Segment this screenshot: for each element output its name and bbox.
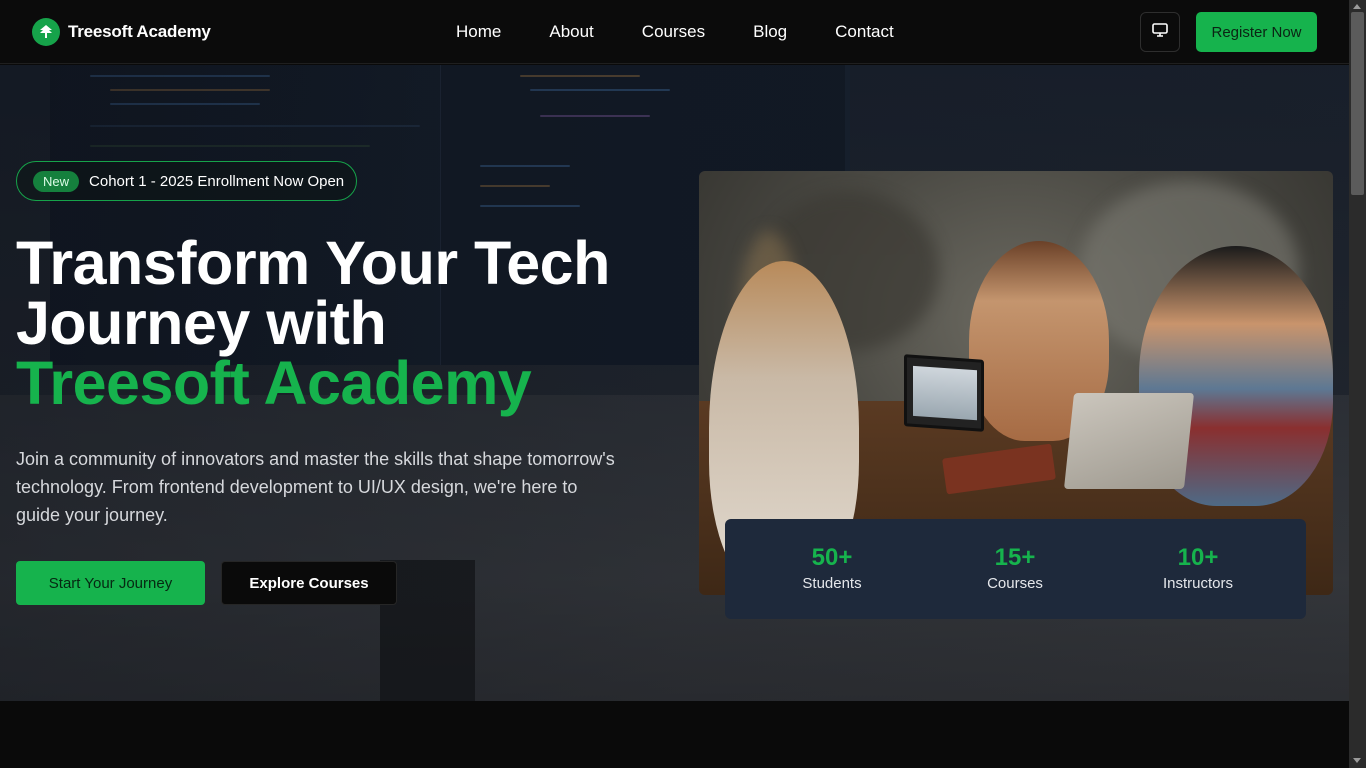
- stat-label: Courses: [987, 575, 1043, 592]
- hero-description: Join a community of innovators and maste…: [16, 449, 615, 525]
- stat-value: 15+: [994, 544, 1036, 571]
- scroll-up-icon[interactable]: [1353, 4, 1361, 9]
- nav-link-about[interactable]: About: [549, 22, 593, 42]
- enrollment-badge[interactable]: New Cohort 1 - 2025 Enrollment Now Open: [16, 161, 357, 201]
- brand[interactable]: Treesoft Academy: [32, 18, 211, 46]
- headline-highlight: Treesoft Academy: [16, 349, 532, 417]
- next-section: [0, 701, 1349, 768]
- stat-value: 10+: [1177, 544, 1219, 571]
- stats-card: 50+ Students 15+ Courses 10+ Instructors: [725, 519, 1306, 619]
- stat-label: Instructors: [1162, 575, 1234, 592]
- scrollbar-thumb[interactable]: [1351, 12, 1364, 195]
- headline-line-2: Journey with: [16, 289, 387, 357]
- hero-section: New Cohort 1 - 2025 Enrollment Now Open …: [0, 65, 1349, 701]
- stat-value: 50+: [811, 544, 853, 571]
- tree-logo-icon: [32, 18, 60, 46]
- brand-name: Treesoft Academy: [68, 22, 211, 41]
- theme-toggle-button[interactable]: [1140, 12, 1180, 52]
- laptop-silver: [1063, 393, 1195, 489]
- register-button[interactable]: Register Now: [1196, 12, 1317, 52]
- nav-link-home[interactable]: Home: [456, 22, 501, 42]
- page-scrollbar[interactable]: [1349, 0, 1366, 768]
- stat-instructors: 10+ Instructors: [1118, 543, 1278, 592]
- scroll-down-icon[interactable]: [1353, 758, 1361, 763]
- start-journey-button[interactable]: Start Your Journey: [16, 561, 205, 605]
- stat-students: 50+ Students: [752, 543, 912, 592]
- explore-courses-button[interactable]: Explore Courses: [221, 561, 397, 605]
- top-navigation: Treesoft Academy Home About Courses Blog…: [0, 0, 1349, 64]
- monitor-icon: [1151, 21, 1169, 44]
- nav-links: Home About Courses Blog Contact: [456, 22, 894, 42]
- stat-label: Students: [802, 575, 862, 592]
- laptop: [904, 354, 984, 432]
- nav-link-courses[interactable]: Courses: [642, 22, 705, 42]
- headline-line-1: Transform Your Tech: [16, 229, 610, 297]
- new-pill: New: [33, 170, 80, 192]
- nav-link-blog[interactable]: Blog: [753, 22, 787, 42]
- badge-text: Cohort 1 - 2025 Enrollment Now Open: [89, 172, 345, 190]
- stat-courses: 15+ Courses: [935, 543, 1095, 592]
- hero-headline: Transform Your Tech Journey with Treesof…: [16, 233, 610, 414]
- nav-link-contact[interactable]: Contact: [835, 22, 894, 42]
